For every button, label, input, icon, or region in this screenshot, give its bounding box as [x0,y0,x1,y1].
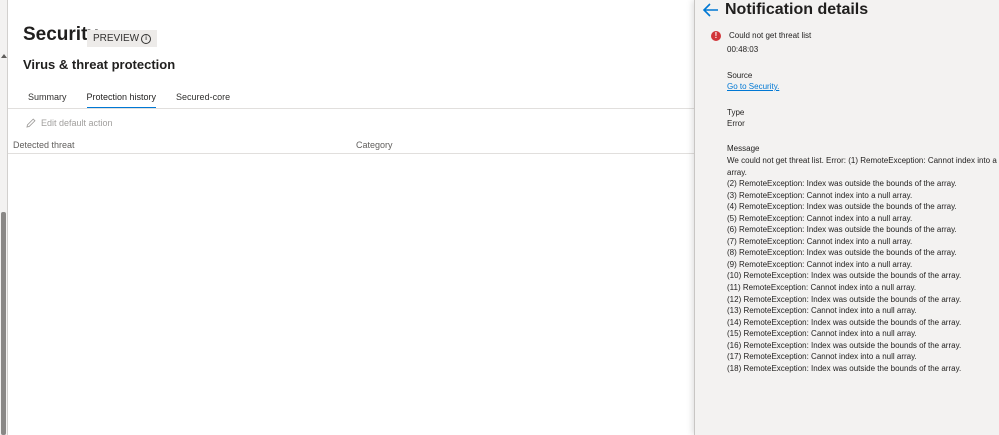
message-line: (11) RemoteException: Cannot index into … [727,283,917,293]
scroll-up-arrow-icon[interactable] [1,54,7,58]
left-scrollbar[interactable] [0,0,8,435]
scrollbar-thumb[interactable] [1,212,6,435]
tab-bar: Summary Protection history Secured-core [28,90,250,109]
message-line: (4) RemoteException: Index was outside t… [727,202,957,212]
tab-divider [8,108,694,109]
message-line: (16) RemoteException: Index was outside … [727,340,962,350]
edit-default-action-label: Edit default action [41,118,113,128]
message-line: (9) RemoteException: Cannot index into a… [727,259,913,269]
message-line: (12) RemoteException: Index was outside … [727,294,962,304]
message-line: We could not get threat list. Error: (1)… [727,156,999,165]
message-line: (14) RemoteException: Index was outside … [727,317,962,327]
notification-heading: Could not get threat list [729,31,812,40]
message-line: (2) RemoteException: Index was outside t… [727,179,957,189]
go-to-security-link[interactable]: Go to Security. [727,82,779,91]
table-header: Detected threat Category [8,139,694,154]
column-header-category[interactable]: Category [356,140,393,150]
message-line: array. [727,167,747,177]
message-line: (17) RemoteException: Cannot index into … [727,352,917,362]
preview-badge[interactable]: PREVIEW i [87,30,158,47]
tab-protection-history[interactable]: Protection history [86,90,156,109]
message-line: (6) RemoteException: Index was outside t… [727,225,957,235]
page-subtitle: Virus & threat protection [23,57,176,72]
type-value: Error [727,119,745,128]
back-arrow-icon[interactable] [702,2,720,18]
message-line: (3) RemoteException: Cannot index into a… [727,190,913,200]
panel-title: Notification details [725,1,869,18]
notification-time: 00:48:03 [727,45,759,54]
message-line: (7) RemoteException: Cannot index into a… [727,236,913,246]
column-header-detected-threat[interactable]: Detected threat [13,140,75,150]
tab-summary[interactable]: Summary [28,90,67,108]
pencil-icon [26,118,36,128]
type-label: Type [727,108,745,117]
message-label: Message [727,144,760,153]
tab-secured-core[interactable]: Secured-core [176,90,230,108]
edit-default-action-button[interactable]: Edit default action [26,118,113,128]
message-line: (18) RemoteException: Index was outside … [727,363,962,373]
message-line: (8) RemoteException: Index was outside t… [727,248,957,258]
preview-badge-label: PREVIEW [93,33,140,44]
message-line: (15) RemoteException: Cannot index into … [727,329,917,339]
notification-details-panel: Notification details ! Could not get thr… [694,0,999,435]
message-line: (10) RemoteException: Index was outside … [727,271,962,281]
message-body: We could not get threat list. Error: (1)… [727,155,999,374]
info-icon: i [141,33,152,44]
message-line: (13) RemoteException: Cannot index into … [727,306,917,316]
message-line: (5) RemoteException: Cannot index into a… [727,213,913,223]
main-content: Security PREVIEW i Virus & threat protec… [8,0,694,435]
error-icon: ! [711,31,721,41]
source-label: Source [727,71,753,80]
